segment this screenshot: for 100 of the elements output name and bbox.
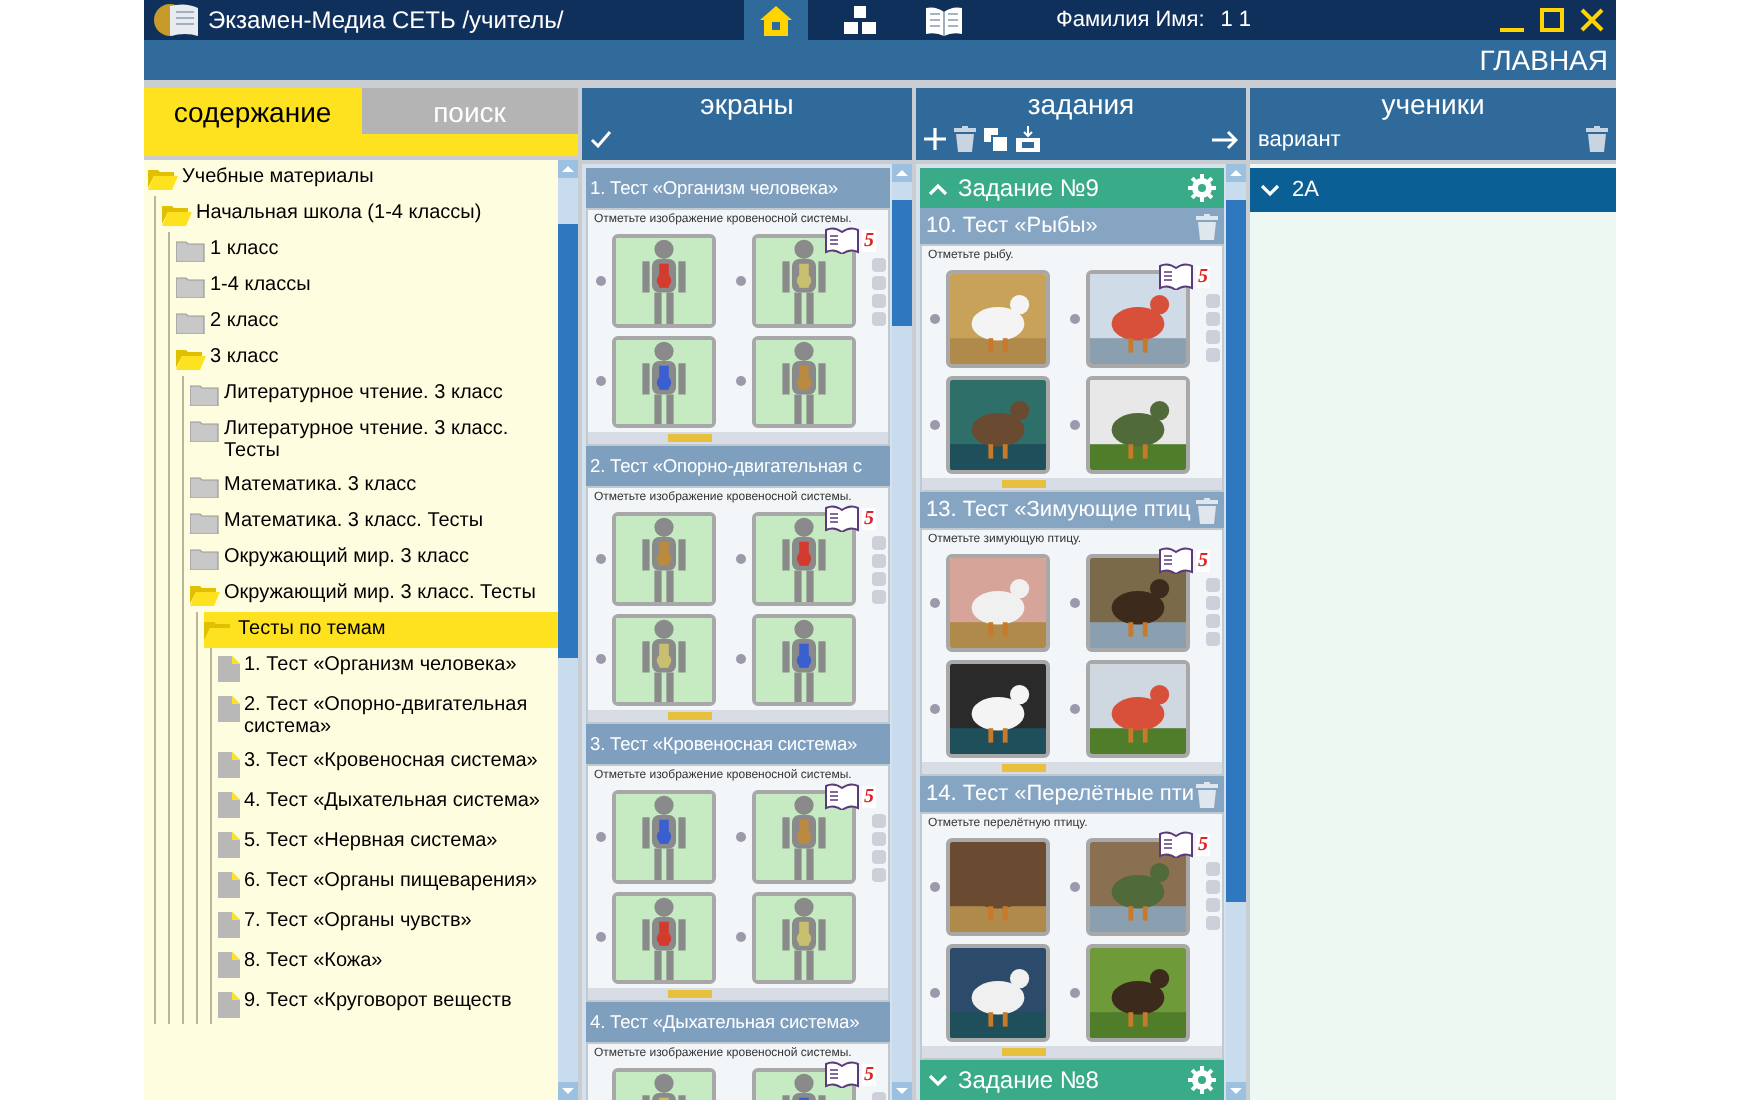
- user-label: Фамилия Имя:: [1056, 8, 1205, 32]
- open-folder-icon: [190, 584, 220, 606]
- book-icon: [1158, 262, 1194, 290]
- chevron-up-icon[interactable]: [928, 181, 948, 195]
- trash-icon[interactable]: [1196, 213, 1218, 239]
- tree-item[interactable]: 1-4 классы: [176, 268, 558, 304]
- scroll-down-icon[interactable]: [1226, 1082, 1246, 1100]
- maximize-icon[interactable]: [1540, 8, 1564, 32]
- radio-button[interactable]: [930, 420, 940, 430]
- radio-button[interactable]: [736, 553, 746, 564]
- folder-icon: [190, 512, 220, 534]
- scroll-down-icon[interactable]: [892, 1082, 912, 1100]
- trash-icon[interactable]: [954, 126, 976, 152]
- column-title: экраны: [698, 88, 796, 122]
- tree-item[interactable]: 1. Тест «Организм человека»: [218, 648, 558, 688]
- trash-icon[interactable]: [1196, 497, 1218, 523]
- tree-item[interactable]: 3 класс: [176, 340, 558, 376]
- tree-item[interactable]: 3. Тест «Кровеносная система»: [218, 744, 558, 784]
- radio-button[interactable]: [596, 553, 606, 564]
- grade-number: 5: [862, 1063, 876, 1085]
- book-icon: [924, 5, 964, 35]
- trash-icon[interactable]: [1196, 781, 1218, 807]
- open-folder-icon: [204, 620, 234, 642]
- scrollbar[interactable]: [1226, 164, 1246, 1100]
- radio-button[interactable]: [930, 598, 940, 608]
- radio-button[interactable]: [930, 988, 940, 998]
- radio-button[interactable]: [596, 376, 606, 387]
- tree-item[interactable]: Учебные материалы: [148, 160, 558, 196]
- trash-icon[interactable]: [1586, 126, 1608, 152]
- scrollbar[interactable]: [892, 164, 912, 1100]
- tree-item[interactable]: Начальная школа (1-4 классы): [162, 196, 558, 232]
- radio-button[interactable]: [736, 275, 746, 286]
- gear-icon[interactable]: [1188, 174, 1216, 202]
- class-name: 2А: [1292, 178, 1319, 202]
- radio-button[interactable]: [1070, 598, 1080, 608]
- scrollbar-thumb[interactable]: [1226, 200, 1246, 902]
- tree-item[interactable]: 7. Тест «Органы чувств»: [218, 904, 558, 944]
- side-toolbar: [1206, 578, 1220, 646]
- document-icon: [218, 992, 240, 1018]
- column-title: задания: [1025, 88, 1137, 122]
- tree-item[interactable]: 8. Тест «Кожа»: [218, 944, 558, 984]
- radio-button[interactable]: [736, 654, 746, 665]
- radio-button[interactable]: [596, 932, 606, 943]
- scroll-up-icon[interactable]: [892, 164, 912, 182]
- chevron-down-icon[interactable]: [928, 1073, 948, 1087]
- tree-item[interactable]: Математика. 3 класс: [190, 468, 558, 504]
- tree-item[interactable]: Литературное чтение. 3 класс: [190, 376, 558, 412]
- radio-button[interactable]: [596, 275, 606, 286]
- tree-item[interactable]: 2 класс: [176, 304, 558, 340]
- radio-button[interactable]: [930, 882, 940, 892]
- tree-item[interactable]: 5. Тест «Нервная система»: [218, 824, 558, 864]
- radio-button[interactable]: [736, 831, 746, 842]
- grade-number: 5: [862, 229, 876, 251]
- radio-button[interactable]: [930, 704, 940, 714]
- radio-button[interactable]: [1070, 882, 1080, 892]
- document-icon: [218, 792, 240, 818]
- document-icon: [218, 912, 240, 938]
- radio-button[interactable]: [596, 654, 606, 665]
- check-icon[interactable]: [590, 130, 612, 148]
- radio-button[interactable]: [1070, 704, 1080, 714]
- book-icon: [824, 1060, 860, 1088]
- radio-button[interactable]: [596, 831, 606, 842]
- side-toolbar: [1206, 294, 1220, 362]
- radio-button[interactable]: [736, 932, 746, 943]
- document-icon: [218, 656, 240, 682]
- copy-icon[interactable]: [984, 127, 1008, 151]
- tree-item[interactable]: Математика. 3 класс. Тесты: [190, 504, 558, 540]
- class-row[interactable]: 2А: [1250, 168, 1616, 212]
- save-icon[interactable]: [1016, 126, 1040, 152]
- tree-item[interactable]: 9. Тест «Круговорот веществ: [218, 984, 558, 1024]
- radio-button[interactable]: [1070, 314, 1080, 324]
- tree-item[interactable]: Тесты по темам: [204, 612, 558, 648]
- grade-number: 5: [1196, 265, 1210, 287]
- radio-button[interactable]: [1070, 988, 1080, 998]
- tree-item[interactable]: 6. Тест «Органы пищеварения»: [218, 864, 558, 904]
- scrollbar[interactable]: [558, 160, 578, 1100]
- radio-button[interactable]: [736, 376, 746, 387]
- close-icon[interactable]: [1580, 8, 1604, 32]
- tree-item[interactable]: 4. Тест «Дыхательная система»: [218, 784, 558, 824]
- add-icon[interactable]: [924, 128, 946, 150]
- radio-button[interactable]: [930, 314, 940, 324]
- scrollbar-thumb[interactable]: [892, 200, 912, 326]
- chevron-down-icon[interactable]: [1260, 183, 1280, 197]
- page-title: ГЛАВНАЯ: [1479, 44, 1608, 76]
- tree-item[interactable]: Окружающий мир. 3 класс. Тесты: [190, 576, 558, 612]
- scroll-down-icon[interactable]: [558, 1082, 578, 1100]
- arrow-right-icon[interactable]: [1212, 129, 1238, 149]
- scroll-up-icon[interactable]: [558, 160, 578, 178]
- tree-item[interactable]: 2. Тест «Опорно-двигательная система»: [218, 688, 558, 744]
- scroll-up-icon[interactable]: [1226, 164, 1246, 182]
- radio-button[interactable]: [1070, 420, 1080, 430]
- column-title: ученики: [1379, 88, 1487, 122]
- tree-item[interactable]: Литературное чтение. 3 класс. Тесты: [190, 412, 558, 468]
- logo-icon: [152, 2, 200, 38]
- tree-item[interactable]: Окружающий мир. 3 класс: [190, 540, 558, 576]
- document-icon: [218, 696, 240, 722]
- scrollbar-thumb[interactable]: [558, 223, 578, 658]
- open-folder-icon: [162, 204, 192, 226]
- gear-icon[interactable]: [1188, 1066, 1216, 1094]
- tree-item[interactable]: 1 класс: [176, 232, 558, 268]
